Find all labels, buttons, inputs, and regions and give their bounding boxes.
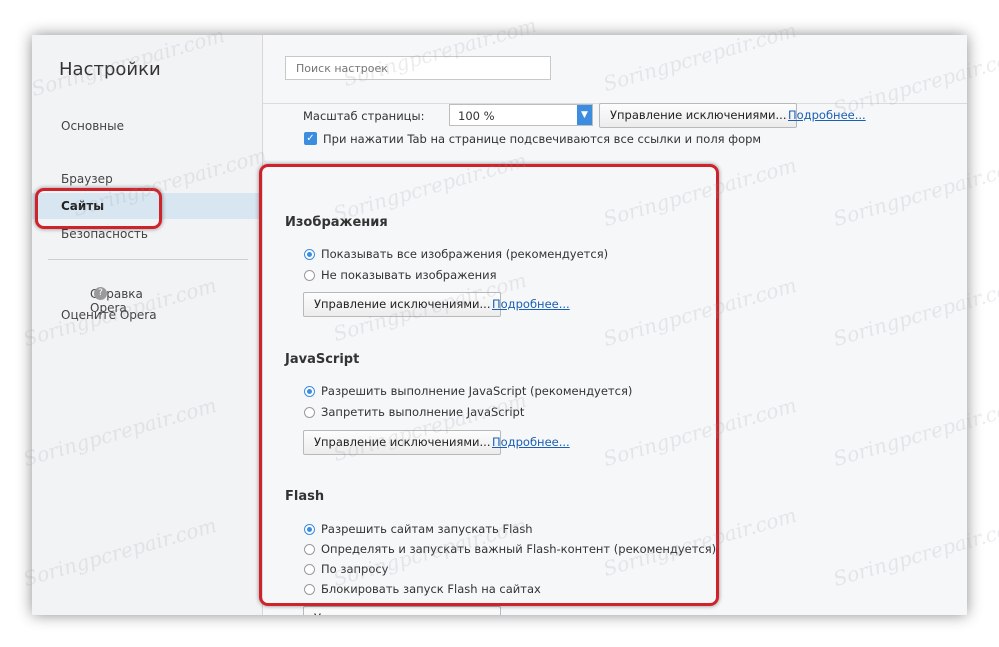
header-bar (263, 35, 967, 104)
tab-highlight-label: При нажатии Tab на странице подсвечивают… (323, 132, 762, 146)
sidebar: Настройки Основные Браузер Сайты Безопас… (32, 35, 263, 615)
chevron-down-icon: ▼ (577, 105, 592, 125)
sidebar-item-basic[interactable]: Основные (32, 113, 260, 139)
sidebar-divider (48, 259, 248, 260)
content-highlight-frame (259, 164, 719, 606)
sidebar-item-help[interactable]: Справка Opera? (32, 275, 260, 315)
sidebar-item-label: Основные (61, 119, 125, 133)
rate-link-label: Оцените Opera (61, 308, 157, 322)
sites-highlight-frame (35, 188, 162, 229)
search-input[interactable] (285, 56, 551, 80)
zoom-select[interactable]: 100 % ▼ (449, 104, 593, 126)
sidebar-item-label: Безопасность (61, 227, 148, 241)
zoom-more-link[interactable]: Подробнее... (788, 108, 866, 122)
flash-exceptions-button[interactable]: Управление исключениями... (303, 606, 502, 615)
zoom-label: Масштаб страницы: (303, 109, 425, 123)
question-icon: ? (94, 287, 107, 300)
zoom-exceptions-button[interactable]: Управление исключениями... (599, 103, 798, 128)
zoom-value: 100 % (458, 109, 495, 123)
tab-highlight-checkbox[interactable]: ✓ (304, 132, 317, 145)
sidebar-item-rate[interactable]: Оцените Opera (32, 302, 260, 328)
sidebar-item-label: Браузер (61, 172, 113, 186)
sidebar-title: Настройки (59, 59, 161, 80)
